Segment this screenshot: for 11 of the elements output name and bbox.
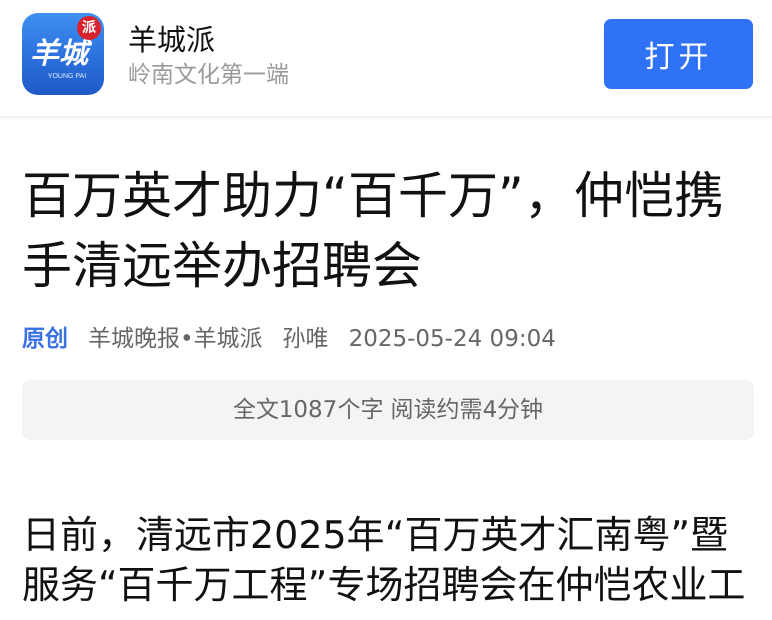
article-title: 百万英才助力“百千万”，仲恺携手清远举办招聘会 [22, 166, 725, 297]
reading-info-bar: 全文1087个字 阅读约需4分钟 [22, 380, 754, 440]
body-paragraph: 日前，清远市2025年“百万英才汇南粤”暨服务“百千万工程”专场招聘会在仲恺农业工 [22, 512, 746, 609]
publish-time: 2025-05-24 09:04 [348, 325, 556, 354]
open-app-button[interactable]: 打开 [604, 19, 753, 89]
logo-badge: 派 [77, 16, 101, 40]
app-name: 羊城派 [128, 22, 215, 59]
original-tag: 原创 [22, 323, 68, 355]
author-text: 孙唯 [282, 325, 329, 354]
app-slogan: 岭南文化第一端 [128, 61, 289, 90]
source-text: 羊城晚报•羊城派 [88, 325, 263, 354]
